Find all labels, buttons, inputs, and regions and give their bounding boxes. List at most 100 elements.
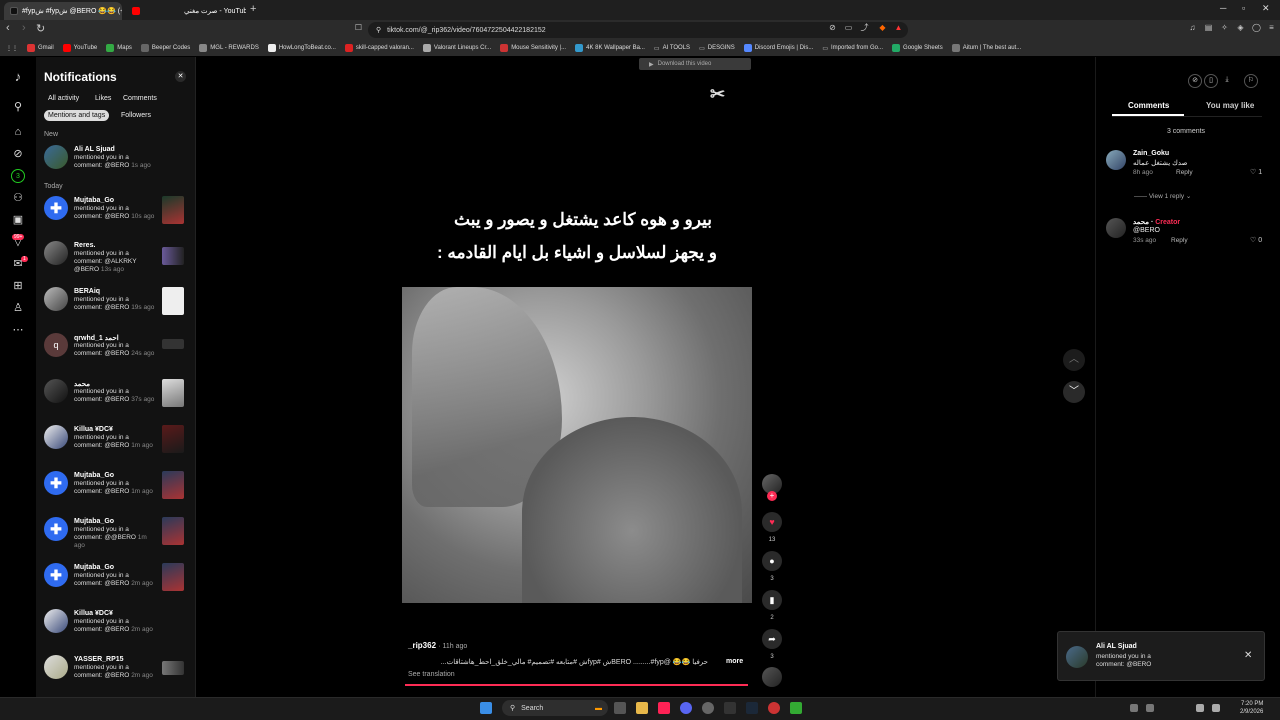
notification-item[interactable]: ✚ Mujtaba_Go mentioned you in a comment:… <box>44 517 186 555</box>
capcut-icon[interactable] <box>724 702 736 714</box>
volume-icon[interactable] <box>1212 704 1220 712</box>
address-bar[interactable]: ⚲ tiktok.com/@_rip362/video/760472250442… <box>368 22 908 38</box>
sidebar-icon[interactable]: ▤ <box>1204 23 1213 32</box>
tab-you-may-like[interactable]: You may like <box>1206 101 1254 110</box>
brave-shield-icon[interactable]: ◆ <box>878 23 887 32</box>
rewards-icon[interactable]: ▲ <box>894 23 903 32</box>
video-thumbnail[interactable] <box>162 471 184 499</box>
follow-plus-icon[interactable]: + <box>767 491 777 501</box>
tray-icon[interactable] <box>1146 704 1154 712</box>
download-icon[interactable]: ⤓ <box>1220 74 1234 88</box>
reply-button[interactable]: Reply <box>1171 237 1188 244</box>
app-icon[interactable] <box>768 702 780 714</box>
phone-icon[interactable]: ▯ <box>1204 74 1218 88</box>
notification-item[interactable]: ✚ Mujtaba_Go mentioned you in a comment:… <box>44 563 186 601</box>
extensions-icon[interactable]: ✧ <box>1220 23 1229 32</box>
video-thumbnail[interactable] <box>162 379 184 407</box>
notification-item[interactable]: Killua ¥DC¥ mentioned you in a comment: … <box>44 609 186 647</box>
video-thumbnail[interactable] <box>162 661 184 675</box>
steam-icon[interactable] <box>746 702 758 714</box>
tab-tiktok[interactable]: #fypش #fypش @BERO 😂😂 حرفيا (99+) ✕ <box>4 2 122 20</box>
like-icon[interactable]: ♥ <box>762 512 782 532</box>
video-thumbnail[interactable] <box>162 425 184 453</box>
notification-item[interactable]: محمد mentioned you in a comment: @BERO 3… <box>44 379 186 417</box>
new-tab-button[interactable]: + <box>250 3 256 15</box>
download-video-bar[interactable]: ▶ Download this video <box>639 58 751 70</box>
reply-button[interactable]: Reply <box>1176 169 1193 176</box>
bookmark-discord-emojis[interactable]: Discord Emojis | Dis... <box>743 44 813 52</box>
video-thumbnail[interactable] <box>162 196 184 224</box>
bookmark-wallpaper[interactable]: 4K 8K Wallpaper Ba... <box>575 44 645 52</box>
obs-icon[interactable] <box>702 702 714 714</box>
notification-item[interactable]: Ali AL Sjuad mentioned you in a comment:… <box>44 145 186 183</box>
previous-video-button[interactable]: ︿ <box>1063 349 1085 371</box>
windows-start-icon[interactable] <box>480 702 492 714</box>
more-icon[interactable]: ⋯ <box>11 323 25 337</box>
bookmark-google-sheets[interactable]: Google Sheets <box>892 44 943 52</box>
tray-icon[interactable] <box>1130 704 1138 712</box>
video-thumbnail[interactable] <box>162 287 184 315</box>
taskbar-search[interactable]: ⚲ Search ▬ <box>502 700 608 716</box>
inbox-badge-icon[interactable]: 3 <box>11 169 25 183</box>
notification-item[interactable]: BERAiq mentioned you in a comment: @BERO… <box>44 287 186 325</box>
bookmark-valorant-lineups[interactable]: Valorant Lineups Cr... <box>422 44 491 52</box>
profile-icon[interactable]: ◯ <box>1252 23 1261 32</box>
bookmark-folder-imported[interactable]: ▭ Imported from Go... <box>822 45 883 52</box>
notification-toast[interactable]: Ali AL Sjuad mentioned you in a comment:… <box>1057 631 1265 681</box>
app-green-icon[interactable] <box>790 702 802 714</box>
filter-followers[interactable]: Followers <box>117 110 155 121</box>
tiktok-logo-icon[interactable]: ♪ <box>11 70 25 84</box>
tab-youtube[interactable]: صرت مغني - YouTube <box>126 2 246 20</box>
filter-mentions-and-tags[interactable]: Mentions and tags <box>44 110 110 121</box>
video-thumbnail[interactable] <box>162 517 184 545</box>
bookmark-aitum[interactable]: Aitum | The best aut... <box>951 44 1021 52</box>
notification-item[interactable]: Killua ¥DC¥ mentioned you in a comment: … <box>44 425 186 463</box>
comment-author[interactable]: Zain_Goku <box>1133 150 1169 157</box>
back-button[interactable]: ‹ <box>6 22 10 34</box>
bookmark-folder-ai-tools[interactable]: ▭ AI TOOLS <box>654 45 690 52</box>
tracking-off-icon[interactable]: ⊘ <box>828 23 837 32</box>
clock[interactable]: 7:20 PM 2/9/2026 <box>1240 700 1263 716</box>
discord-icon[interactable] <box>680 702 692 714</box>
explore-icon[interactable]: ⊘ <box>11 147 25 161</box>
embed-icon[interactable]: ⊘ <box>1188 74 1202 88</box>
bookmark-hltb[interactable]: HowLongToBeat.co... <box>267 44 336 52</box>
share-icon[interactable]: ➦ <box>762 629 782 649</box>
close-icon[interactable]: ✕ <box>175 71 186 82</box>
video-thumbnail[interactable] <box>162 339 184 349</box>
filter-all-activity[interactable]: All activity <box>44 93 83 104</box>
bookmark-folder-designs[interactable]: ▭ DESGINS <box>699 45 735 52</box>
sound-disc-icon[interactable] <box>762 667 782 687</box>
notification-item[interactable]: ✚ Mujtaba_Go mentioned you in a comment:… <box>44 471 186 509</box>
comment-like-button[interactable]: ♡ 0 <box>1250 236 1262 244</box>
filter-comments[interactable]: Comments <box>119 93 161 104</box>
menu-icon[interactable]: ≡ <box>1267 23 1276 32</box>
avatar[interactable] <box>1106 150 1126 170</box>
video-author[interactable]: _rip362 · 11h ago <box>408 641 467 650</box>
video-thumbnail[interactable] <box>162 563 184 591</box>
file-explorer-icon[interactable] <box>636 702 648 714</box>
reload-button[interactable]: ↻ <box>36 22 45 35</box>
wallet-icon[interactable]: ◈ <box>1236 23 1245 32</box>
following-icon[interactable]: ⚇ <box>11 191 25 205</box>
close-window-button[interactable]: ✕ <box>1262 3 1270 14</box>
forward-button[interactable]: › <box>22 22 26 34</box>
site-info-icon[interactable]: ⚲ <box>376 26 381 34</box>
bookmark-youtube[interactable]: YouTube <box>62 44 97 52</box>
notification-item[interactable]: Reres. mentioned you in a comment: @ALKR… <box>44 241 186 279</box>
bookmark-gmail[interactable]: Gmail <box>27 44 54 52</box>
upload-icon[interactable]: ⊞ <box>11 279 25 293</box>
view-replies-button[interactable]: —— View 1 reply ⌄ <box>1134 192 1191 200</box>
bookmark-mgl[interactable]: MGL - REWARDS <box>199 44 259 52</box>
task-view-icon[interactable] <box>614 702 626 714</box>
bookmark-maps[interactable]: Maps <box>106 44 132 52</box>
bookmark-skill-capped[interactable]: skill-capped valoran... <box>344 44 414 52</box>
bookmark-mouse-sens[interactable]: Mouse Sensitivity |... <box>500 44 566 52</box>
report-icon[interactable]: ⚐ <box>1244 74 1258 88</box>
live-icon[interactable]: ▣ <box>11 213 25 227</box>
search-icon[interactable]: ⚲ <box>11 100 25 114</box>
maximize-button[interactable]: ▫ <box>1242 3 1245 13</box>
video-thumbnail[interactable] <box>162 247 184 265</box>
see-translation-link[interactable]: See translation <box>408 671 455 678</box>
apps-icon[interactable]: ⋮⋮ <box>6 45 18 52</box>
